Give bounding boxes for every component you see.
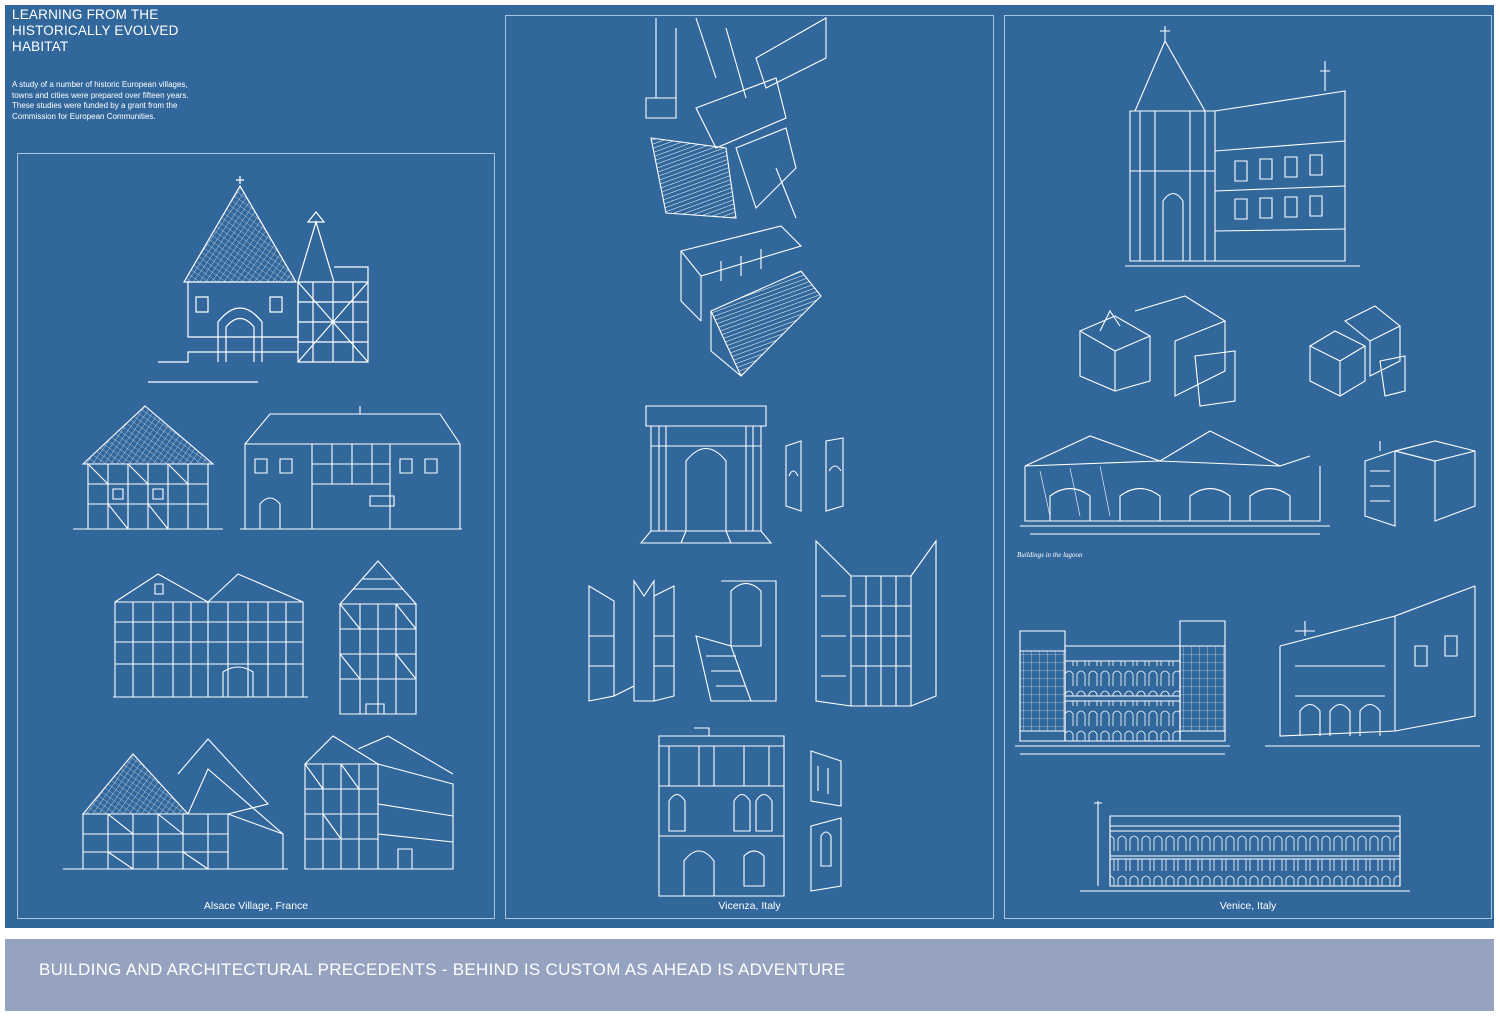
stair-passage-sketch (691, 576, 781, 706)
venice-caption: Venice, Italy (1219, 900, 1277, 912)
palazzo-facade-sketch (654, 726, 789, 896)
elevation-fragments-sketch (806, 746, 856, 891)
village-street-sketch (240, 404, 462, 534)
canal-palazzo-sketch (1265, 586, 1480, 756)
alsace-farmhouse-sketch (63, 734, 288, 874)
alsace-caption: Alsace Village, France (203, 900, 309, 912)
footer-text: BUILDING AND ARCHITECTURAL PRECEDENTS - … (39, 960, 846, 979)
timber-house-sketch (73, 404, 223, 534)
church-block-axonometric-sketch (1075, 291, 1255, 416)
vicenza-caption: Vicenza, Italy (718, 900, 781, 912)
loggia-sketch (1080, 791, 1410, 901)
arch-fragment-sketch (781, 436, 851, 516)
axonometric-sketch (636, 18, 856, 218)
footer-banner: BUILDING AND ARCHITECTURAL PRECEDENTS - … (5, 939, 1494, 1011)
townhouses-sketch (113, 572, 308, 702)
corner-house-sketch (303, 734, 458, 874)
small-block-axonometric-sketch (1305, 301, 1415, 401)
corner-palazzo-sketch (1360, 436, 1480, 531)
poster-board: LEARNING FROM THE HISTORICALLY EVOLVED H… (5, 5, 1494, 928)
intro-title: LEARNING FROM THE HISTORICALLY EVOLVED H… (12, 7, 179, 54)
tall-house-sketch (338, 559, 418, 719)
venice-sketch-note: Buildings in the lagoon (1017, 551, 1083, 559)
courtyard-axonometric-sketch (671, 221, 831, 381)
intro-text: A study of a number of historic European… (12, 80, 189, 121)
gothic-palazzo-sketch (1015, 606, 1230, 761)
courtyard-view-sketch (811, 536, 941, 711)
alsace-chapel-sketch (148, 172, 368, 387)
vicenza-panel: Vicenza, Italy (505, 15, 994, 919)
venetian-church-sketch (1125, 21, 1365, 266)
triumphal-arch-sketch (641, 401, 771, 546)
boathouse-sketch (1020, 426, 1330, 546)
street-view-sketch (584, 576, 679, 706)
venice-panel: Buildings in the lagoon Venice, Italy (1004, 15, 1492, 919)
alsace-panel: Alsace Village, France (17, 153, 495, 919)
